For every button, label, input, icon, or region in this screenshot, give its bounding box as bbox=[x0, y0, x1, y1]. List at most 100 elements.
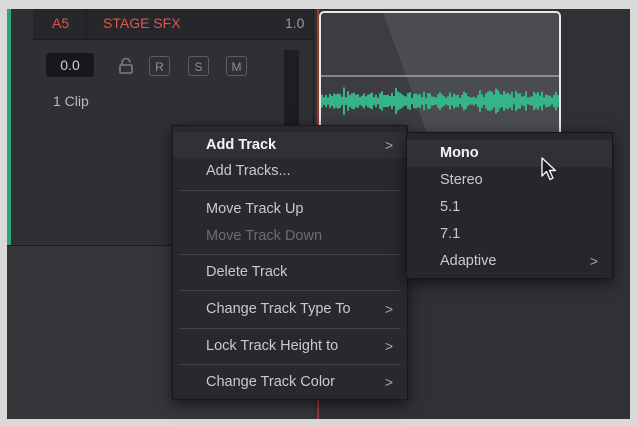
waveform-sample bbox=[411, 97, 413, 105]
menu-item-change-track-color[interactable]: Change Track Color > bbox=[173, 369, 407, 395]
waveform-sample bbox=[439, 92, 441, 110]
menu-item-label: Move Track Down bbox=[206, 228, 323, 244]
waveform-sample bbox=[367, 94, 369, 108]
waveform-sample bbox=[377, 97, 379, 105]
mouse-pointer-icon bbox=[541, 157, 557, 181]
waveform-sample bbox=[369, 93, 371, 109]
waveform-sample bbox=[361, 95, 363, 107]
waveform-sample bbox=[337, 93, 339, 109]
submenu-item-adaptive[interactable]: Adaptive > bbox=[407, 248, 612, 275]
window-frame-top bbox=[0, 0, 637, 9]
waveform-sample bbox=[429, 93, 431, 109]
waveform-sample bbox=[449, 92, 451, 110]
waveform-sample bbox=[397, 91, 399, 111]
waveform-sample bbox=[523, 95, 525, 107]
waveform-sample bbox=[403, 95, 405, 107]
waveform-sample bbox=[513, 97, 515, 105]
waveform-sample bbox=[527, 97, 529, 105]
track-context-menu: Add Track > Add Tracks... Move Track Up … bbox=[172, 125, 408, 400]
submenu-item-label: Stereo bbox=[440, 172, 483, 188]
solo-button[interactable]: S bbox=[188, 56, 209, 76]
menu-item-move-track-up[interactable]: Move Track Up bbox=[173, 196, 407, 222]
waveform-sample bbox=[333, 93, 335, 109]
submenu-item-mono[interactable]: Mono bbox=[407, 140, 612, 167]
waveform-sample bbox=[365, 96, 367, 106]
waveform-sample bbox=[395, 87, 397, 115]
waveform-sample bbox=[531, 96, 533, 106]
waveform-sample bbox=[519, 93, 521, 109]
waveform-sample bbox=[329, 93, 331, 109]
waveform-sample bbox=[371, 92, 373, 110]
waveform-sample bbox=[463, 91, 465, 111]
waveform-sample bbox=[505, 93, 507, 109]
waveform-sample bbox=[539, 95, 541, 107]
menu-item-label: Delete Track bbox=[206, 264, 288, 280]
submenu-item-5-1[interactable]: 5.1 bbox=[407, 194, 612, 221]
waveform-sample bbox=[471, 97, 473, 105]
waveform-sample bbox=[347, 91, 349, 111]
menu-separator bbox=[179, 254, 401, 255]
waveform-sample bbox=[467, 96, 469, 106]
waveform-sample bbox=[335, 94, 337, 108]
track-volume-label: 1.0 bbox=[285, 15, 305, 31]
waveform-sample bbox=[427, 93, 429, 109]
waveform-sample bbox=[475, 97, 477, 105]
waveform-sample bbox=[485, 93, 487, 109]
window-frame-left bbox=[0, 0, 7, 426]
chevron-right-icon: > bbox=[384, 338, 393, 354]
waveform-sample bbox=[495, 88, 497, 114]
menu-item-delete-track[interactable]: Delete Track bbox=[173, 259, 407, 285]
waveform-sample bbox=[399, 92, 401, 110]
submenu-item-7-1[interactable]: 7.1 bbox=[407, 221, 612, 248]
menu-item-change-track-type[interactable]: Change Track Type To > bbox=[173, 296, 407, 322]
window-frame-bottom bbox=[0, 419, 637, 426]
track-volume-field[interactable]: 0.0 bbox=[46, 53, 94, 77]
menu-item-add-tracks[interactable]: Add Tracks... bbox=[173, 158, 407, 184]
waveform-sample bbox=[431, 96, 433, 106]
chevron-right-icon: > bbox=[589, 253, 598, 269]
waveform-sample bbox=[473, 96, 475, 106]
waveform-sample bbox=[459, 97, 461, 105]
waveform-sample bbox=[447, 96, 449, 106]
menu-item-label: Change Track Type To bbox=[206, 301, 351, 317]
track-name[interactable]: STAGE SFX bbox=[103, 15, 181, 31]
track-name-divider bbox=[86, 9, 87, 39]
waveform-sample bbox=[517, 93, 519, 109]
menu-item-add-track[interactable]: Add Track > bbox=[173, 132, 407, 158]
waveform-sample bbox=[553, 94, 555, 108]
waveform-sample bbox=[379, 93, 381, 109]
waveform-sample bbox=[359, 96, 361, 106]
waveform-sample bbox=[451, 96, 453, 106]
menu-item-lock-track-height[interactable]: Lock Track Height to > bbox=[173, 333, 407, 359]
waveform-sample bbox=[385, 94, 387, 108]
record-arm-button[interactable]: R bbox=[149, 56, 170, 76]
chevron-right-icon: > bbox=[384, 374, 393, 390]
waveform-sample bbox=[321, 94, 323, 108]
waveform-sample bbox=[375, 94, 377, 108]
lock-icon[interactable] bbox=[117, 57, 135, 75]
waveform-sample bbox=[415, 93, 417, 109]
waveform-sample bbox=[443, 96, 445, 106]
waveform-sample bbox=[453, 93, 455, 109]
waveform-sample bbox=[483, 97, 485, 105]
menu-item-label: Lock Track Height to bbox=[206, 338, 339, 354]
waveform-sample bbox=[545, 94, 547, 108]
chevron-right-icon: > bbox=[384, 137, 393, 153]
submenu-item-label: Mono bbox=[440, 145, 479, 161]
track-id: A5 bbox=[52, 15, 70, 31]
waveform-sample bbox=[341, 96, 343, 106]
waveform-sample bbox=[389, 96, 391, 106]
waveform-sample bbox=[543, 97, 545, 105]
submenu-item-label: Adaptive bbox=[440, 253, 497, 269]
submenu-item-stereo[interactable]: Stereo bbox=[407, 167, 612, 194]
menu-item-label: Add Tracks... bbox=[206, 163, 291, 179]
waveform-sample bbox=[419, 93, 421, 109]
waveform-sample bbox=[393, 96, 395, 106]
menu-item-label: Add Track bbox=[206, 137, 277, 153]
mute-button[interactable]: M bbox=[226, 56, 247, 76]
waveform-sample bbox=[525, 91, 527, 111]
waveform-sample bbox=[383, 94, 385, 108]
waveform-sample bbox=[493, 94, 495, 108]
waveform-sample bbox=[401, 94, 403, 108]
menu-separator bbox=[179, 328, 401, 329]
